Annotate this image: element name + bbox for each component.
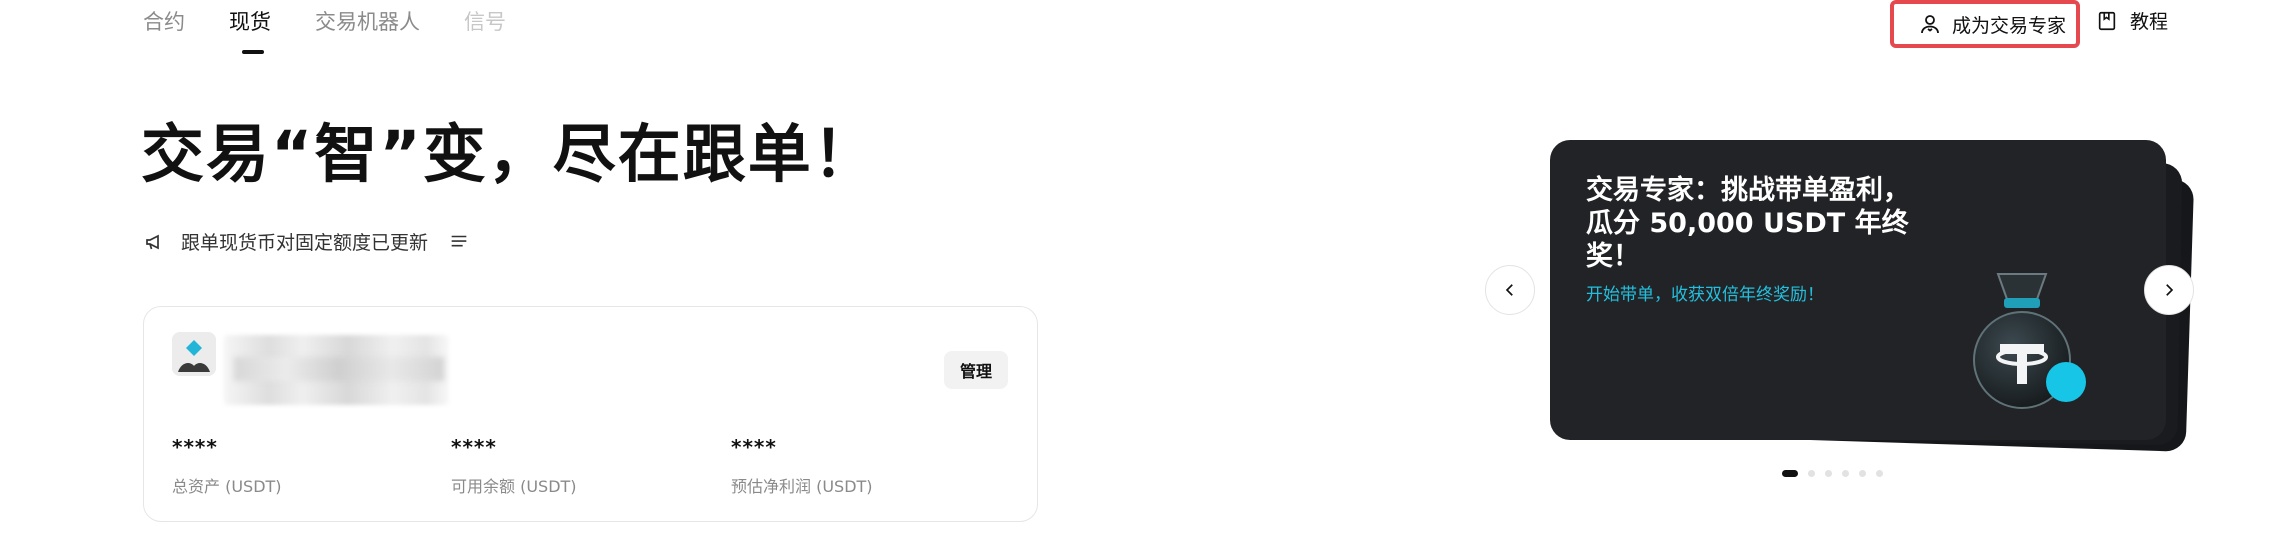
manage-button[interactable]: 管理 xyxy=(944,351,1008,389)
active-tab-indicator xyxy=(242,50,264,54)
announcement-bar: 跟单现货币对固定额度已更新 xyxy=(143,228,470,255)
list-icon[interactable] xyxy=(448,231,470,253)
carousel-dot[interactable] xyxy=(1808,470,1815,477)
carousel-dot[interactable] xyxy=(1842,470,1849,477)
user-expert-icon xyxy=(1921,15,1939,34)
carousel-prev-button[interactable] xyxy=(1485,265,1535,315)
chevron-right-icon xyxy=(2166,284,2174,296)
stat-estimated-net-profit: **** 预估净利润 (USDT) xyxy=(731,435,873,497)
carousel-dot[interactable] xyxy=(1782,470,1798,477)
promo-banner[interactable]: 交易专家：挑战带单盈利，瓜分 50,000 USDT 年终奖！ 开始带单，收获双… xyxy=(1550,140,2166,440)
tutorial-label: 教程 xyxy=(2130,11,2169,33)
tab-trading-bots[interactable]: 交易机器人 xyxy=(315,6,420,36)
tutorial-link[interactable]: 教程 xyxy=(2096,7,2168,34)
become-expert-button[interactable]: 成为交易专家 xyxy=(1890,0,2080,48)
banner-title: 交易专家：挑战带单盈利，瓜分 50,000 USDT 年终奖！ xyxy=(1586,175,1910,272)
product-tabs: 合约 现货 交易机器人 信号 xyxy=(143,6,506,54)
stat-label: 预估净利润 (USDT) xyxy=(731,477,873,496)
stat-label: 可用余额 (USDT) xyxy=(451,477,577,496)
avatar-image xyxy=(172,332,216,376)
stat-label: 总资产 (USDT) xyxy=(172,477,282,496)
carousel-pagination xyxy=(1782,470,1883,477)
chevron-left-icon xyxy=(1505,284,1513,296)
page-headline: 交易“智”变，尽在跟单！ xyxy=(141,118,878,191)
account-id-redacted xyxy=(234,357,444,381)
carousel-dot[interactable] xyxy=(1876,470,1883,477)
announcement-text: 跟单现货币对固定额度已更新 xyxy=(181,232,429,254)
carousel-dot[interactable] xyxy=(1859,470,1866,477)
carousel-dot[interactable] xyxy=(1825,470,1832,477)
tab-spot[interactable]: 现货 xyxy=(229,6,271,54)
avatar xyxy=(172,332,216,376)
stat-value: **** xyxy=(172,435,218,459)
tab-futures[interactable]: 合约 xyxy=(143,6,185,36)
stat-total-assets: **** 总资产 (USDT) xyxy=(172,435,282,497)
book-icon xyxy=(2098,11,2116,30)
megaphone-icon xyxy=(146,234,159,249)
stat-available-balance: **** 可用余额 (USDT) xyxy=(451,435,577,497)
stat-value: **** xyxy=(451,435,497,459)
account-card: 管理 **** 总资产 (USDT) **** 可用余额 (USDT) ****… xyxy=(143,306,1038,522)
carousel-next-button[interactable] xyxy=(2144,265,2194,315)
tab-signals[interactable]: 信号 xyxy=(464,6,506,36)
become-expert-label: 成为交易专家 xyxy=(1952,14,2067,37)
stat-value: **** xyxy=(731,435,777,459)
usdt-money-bag-icon xyxy=(1973,273,2086,409)
banner-subtitle: 开始带单，收获双倍年终奖励！ xyxy=(1586,285,1824,305)
